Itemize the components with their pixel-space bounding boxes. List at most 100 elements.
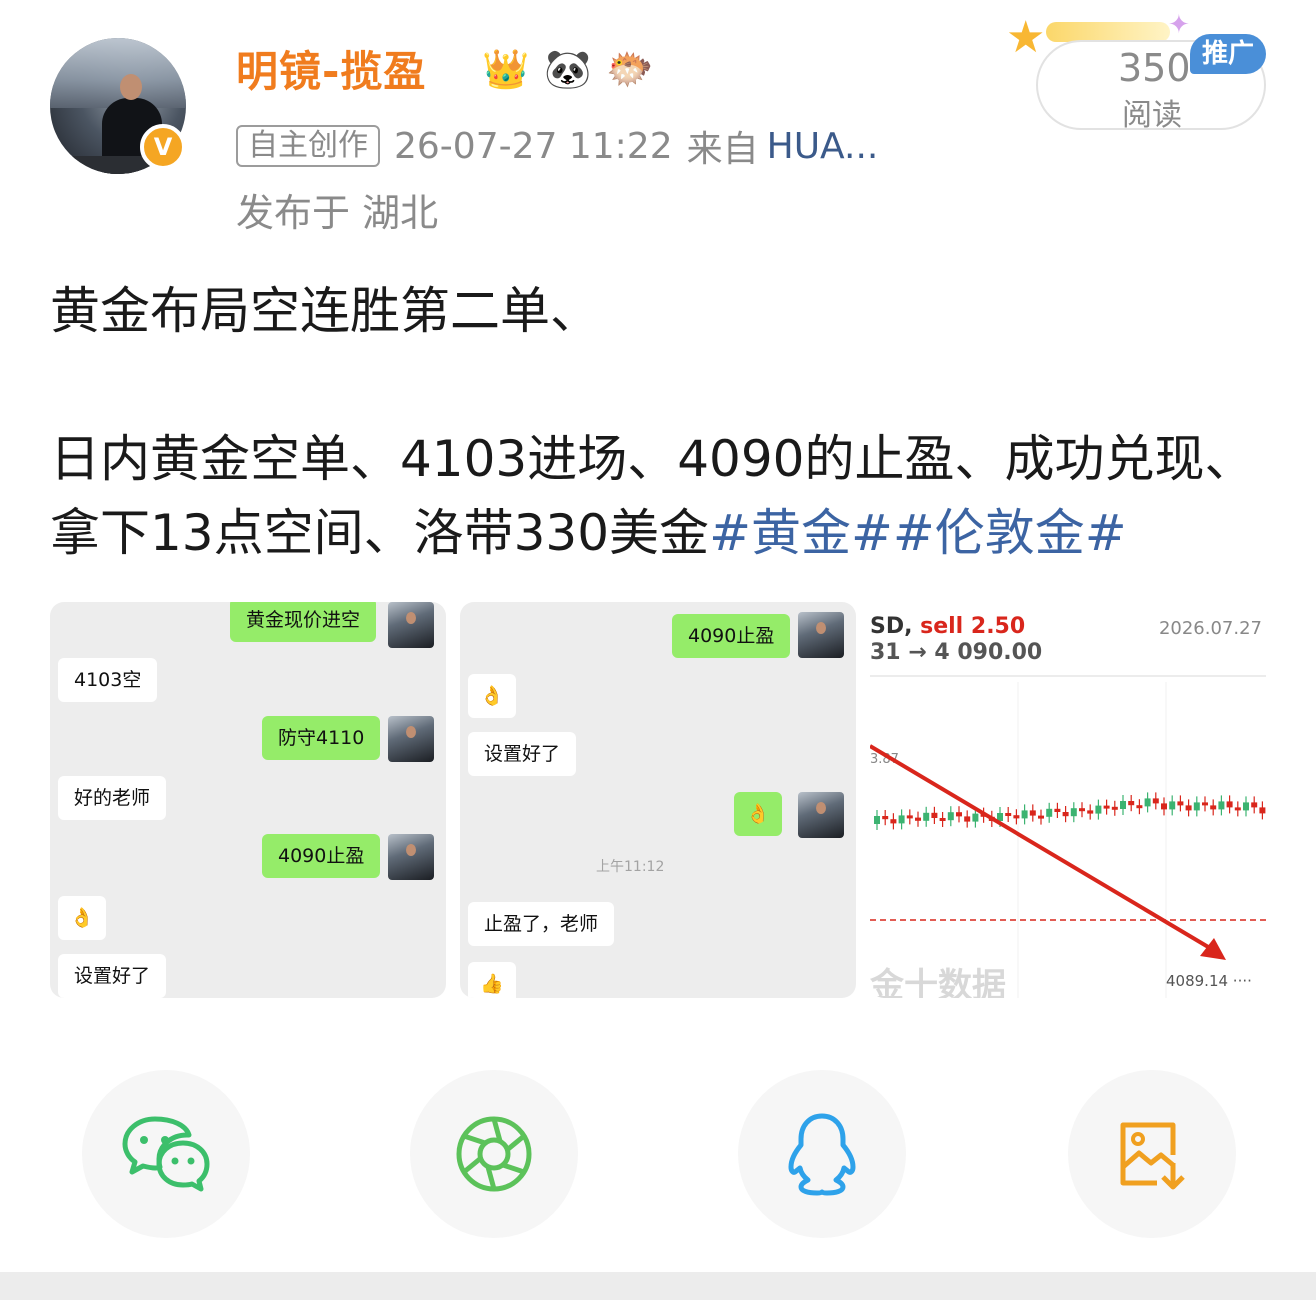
candle-body — [915, 817, 921, 821]
candle-body — [1013, 815, 1020, 819]
chat-bubble: 黄金现价进空 — [230, 602, 377, 642]
chat-bubble: 4090止盈 — [672, 614, 791, 658]
candle-body — [1038, 815, 1044, 819]
read-label: 阅读 — [1122, 98, 1182, 133]
candle-body — [1120, 801, 1126, 809]
moments-shutter-icon — [456, 1116, 532, 1192]
candle-body — [1202, 802, 1208, 806]
candle-body — [1152, 798, 1159, 804]
candle-body — [1169, 801, 1176, 810]
verified-badge-icon: V — [140, 124, 186, 170]
chat-bubble: 止盈了，老师 — [468, 902, 615, 946]
post-image-chat-1[interactable]: 黄金现价进空 4103空 防守4110 好的老师 4090止盈 👌 设置好了 — [50, 602, 446, 998]
chat-timestamp: 上午11:12 — [596, 859, 665, 875]
candle-body — [1251, 802, 1258, 808]
post-time: 26-07-27 11:22 — [394, 125, 673, 167]
candle-body — [882, 816, 889, 820]
candle-body — [1103, 805, 1110, 809]
hashtag-gold[interactable]: #黄金# — [709, 504, 893, 562]
chat-avatar — [388, 834, 434, 880]
candle-body — [1161, 803, 1167, 810]
candle-body — [1070, 808, 1077, 817]
candle-body — [956, 812, 962, 817]
save-image-icon — [1120, 1122, 1185, 1190]
star-icon: ★ — [1006, 12, 1046, 63]
chat-bubble: 设置好了 — [468, 732, 577, 776]
candle-body — [1218, 801, 1225, 810]
candle-body — [1210, 805, 1217, 810]
trend-arrow-line — [870, 744, 1222, 956]
candle-body — [1128, 801, 1135, 806]
chat-bubble-thumbs-emoji: 👍 — [468, 962, 516, 998]
chat-bubble: 4103空 — [58, 658, 158, 702]
candle-body — [972, 813, 979, 822]
avatar-background — [50, 38, 186, 108]
candle-body — [1177, 801, 1184, 806]
candle-body — [947, 812, 954, 821]
wechat-share-button[interactable] — [82, 1070, 250, 1238]
candle-body — [1226, 801, 1233, 808]
device-link[interactable]: HUA... — [767, 126, 879, 167]
candle-body — [906, 815, 913, 819]
candle-body — [1005, 813, 1012, 816]
chat-avatar — [798, 612, 844, 658]
post-image-chart[interactable]: SD, sell 2.50 31 → 4 090.00 2026.07.27 3… — [870, 602, 1266, 998]
post-text-body: 日内黄金空单、4103进场、4090的止盈、成功兑现、拿下13点空间、洛带330… — [50, 422, 1266, 570]
chat-bubble-ok-emoji: 👌 — [468, 674, 516, 718]
candle-body — [1062, 812, 1069, 817]
from-label: 来自 — [686, 129, 759, 170]
qq-share-button[interactable] — [738, 1070, 906, 1238]
moments-share-button[interactable] — [410, 1070, 578, 1238]
candle-body — [1021, 810, 1028, 819]
author-name[interactable]: 明镜-揽盈 — [236, 38, 426, 99]
chart-watermark: 金十数据 — [870, 966, 1006, 998]
candle-body — [931, 812, 938, 818]
save-image-button[interactable] — [1068, 1070, 1236, 1238]
candle-body — [939, 818, 946, 821]
candle-body — [1193, 802, 1200, 811]
post-location: 发布于 湖北 — [236, 191, 439, 235]
chat-bubble: 防守4110 — [262, 716, 381, 760]
chat-avatar — [798, 792, 844, 838]
candle-body — [1185, 805, 1192, 811]
post-meta: 自主创作 26-07-27 11:22 来自 HUA... — [236, 120, 878, 172]
chat-avatar — [388, 716, 434, 762]
crown-gem-badge-icon[interactable]: 👑 — [478, 44, 534, 94]
candles-group — [874, 792, 1266, 830]
candle-body — [1046, 808, 1053, 817]
author-badges: 👑 🐼 🐡 — [478, 44, 658, 94]
post-image-chat-2[interactable]: 4090止盈 👌 设置好了 👌 上午11:12 止盈了，老师 👍 — [460, 602, 856, 998]
chat-bubble-ok-emoji: 👌 — [58, 896, 106, 940]
wechat-icon — [122, 1116, 210, 1192]
chat-bubble-ok-emoji: 👌 — [734, 792, 782, 836]
pufferfish-badge-icon[interactable]: 🐡 — [602, 44, 658, 94]
chat-bubble: 4090止盈 — [262, 834, 381, 878]
chat-bubble: 好的老师 — [58, 776, 167, 820]
read-count: 350 — [1118, 46, 1191, 90]
candle-body — [1259, 807, 1266, 814]
sparkle-icon: ✦ — [1168, 10, 1190, 40]
original-tag: 自主创作 — [236, 125, 380, 167]
candle-body — [1136, 805, 1143, 809]
post-text-line1: 黄金布局空连胜第二单、 — [50, 282, 600, 340]
candle-body — [1095, 805, 1102, 814]
avatar-person-head — [120, 74, 142, 100]
candlestick-chart — [870, 675, 1266, 998]
candle-body — [1087, 810, 1094, 814]
bottom-bar — [0, 1272, 1316, 1300]
candle-body — [1029, 810, 1036, 816]
candle-body — [1243, 802, 1249, 811]
candle-body — [874, 816, 880, 824]
ad-badge: 推广 — [1190, 34, 1266, 74]
hashtag-london-gold[interactable]: #伦敦金# — [893, 504, 1127, 562]
panda-badge-icon[interactable]: 🐼 — [540, 44, 596, 94]
candle-body — [1144, 798, 1151, 807]
candle-body — [923, 812, 930, 821]
candle-body — [1234, 807, 1241, 811]
candle-body — [1111, 806, 1118, 810]
trend-arrow-head — [1200, 938, 1226, 960]
promo-streak-decoration — [1046, 22, 1170, 42]
chat-bubble: 设置好了 — [58, 954, 167, 998]
candle-body — [964, 816, 971, 822]
candle-body — [898, 815, 905, 824]
